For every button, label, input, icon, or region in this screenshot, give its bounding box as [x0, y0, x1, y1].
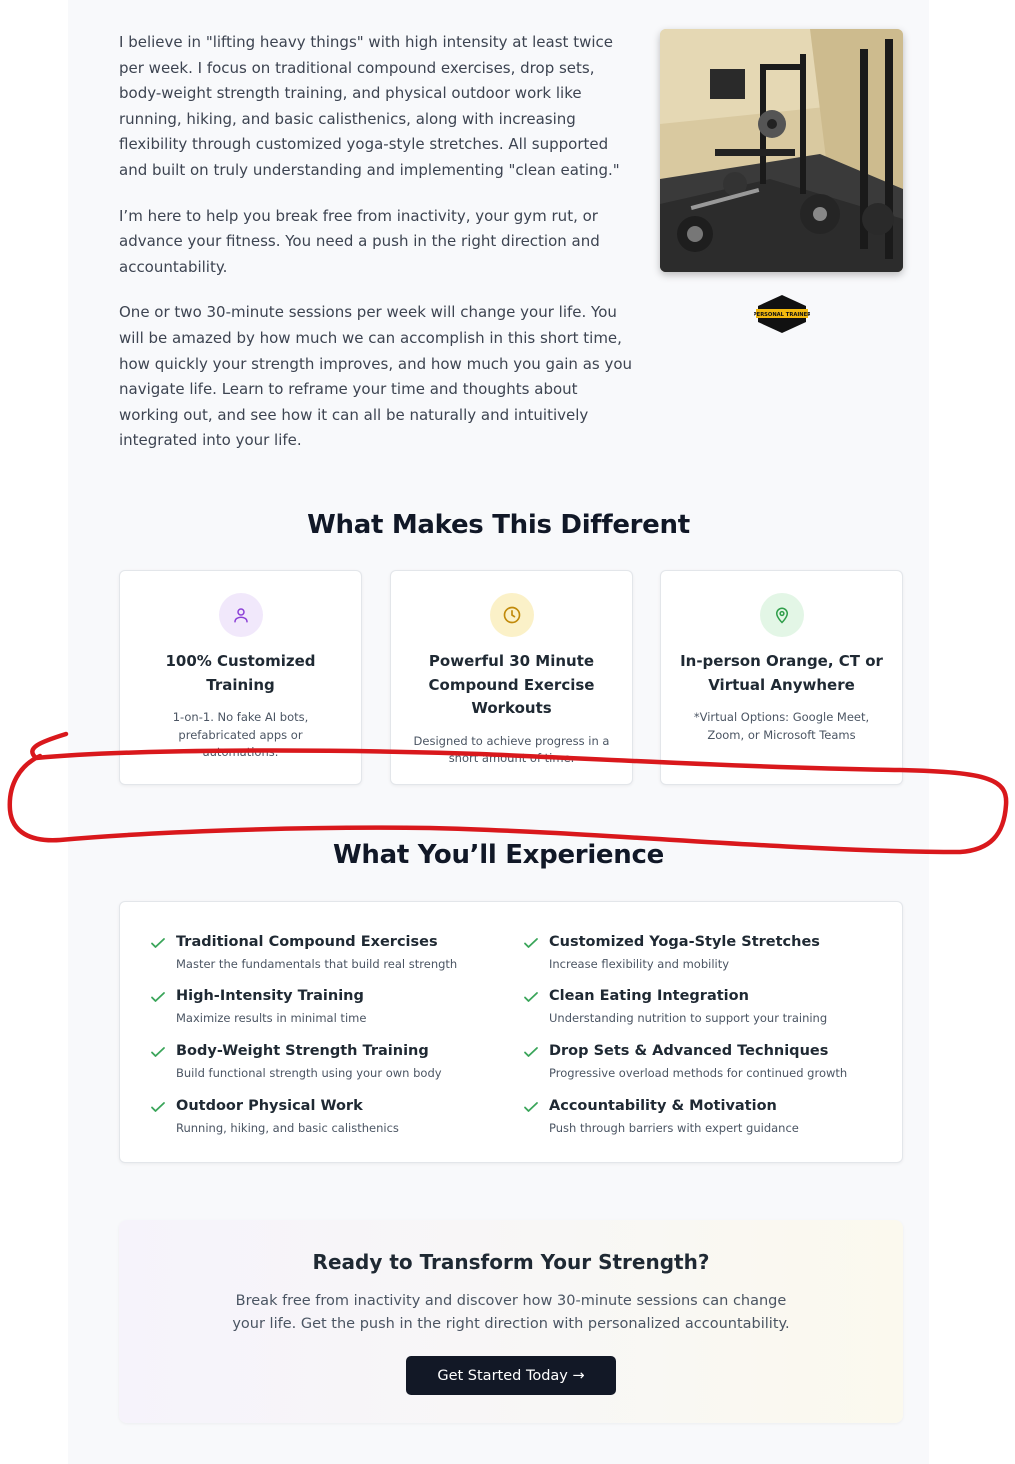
feature-card-30-minute: Powerful 30 Minute Compound Exercise Wor… [390, 570, 633, 785]
cta-section: Ready to Transform Your Strength? Break … [119, 1220, 903, 1423]
list-item-desc: Running, hiking, and basic calisthenics [176, 1121, 399, 1135]
feature-card-title: Powerful 30 Minute Compound Exercise Wor… [428, 652, 595, 717]
checkmark-icon [151, 1102, 165, 1112]
checkmark-icon [151, 1047, 165, 1057]
list-item-title: Customized Yoga-Style Stretches [549, 934, 820, 950]
clock-icon [489, 593, 534, 637]
intro-paragraph-1: I believe in "lifting heavy things" with… [119, 33, 620, 179]
intro-text: I believe in "lifting heavy things" with… [119, 30, 639, 474]
user-icon [218, 593, 263, 637]
experience-list: Traditional Compound Exercises Master th… [119, 901, 903, 1163]
checkmark-icon [151, 992, 165, 1002]
checkmark-icon [524, 938, 538, 948]
home-gym-photo [660, 29, 903, 272]
feature-card-title: In-person Orange, CT or Virtual Anywhere [680, 652, 883, 694]
list-item-desc: Build functional strength using your own… [176, 1066, 442, 1080]
list-item-title: High-Intensity Training [176, 988, 364, 1004]
intro-paragraph-3: One or two 30-minute sessions per week w… [119, 303, 633, 450]
list-item-desc: Increase flexibility and mobility [549, 957, 730, 971]
location-pin-icon [759, 593, 804, 637]
feature-card-customized: 100% Customized Training 1-on-1. No fake… [119, 570, 362, 785]
feature-card-desc: *Virtual Options: Google Meet, Zoom, or … [693, 710, 870, 742]
get-started-button[interactable]: Get Started Today → [406, 1356, 616, 1395]
list-item-title: Drop Sets & Advanced Techniques [549, 1043, 829, 1059]
cta-text: Break free from inactivity and discover … [232, 1293, 790, 1332]
list-item-desc: Maximize results in minimal time [176, 1011, 367, 1025]
list-item-title: Accountability & Motivation [549, 1098, 777, 1114]
personal-trainer-badge-logo: PERSONAL TRAINER [753, 294, 811, 334]
checkmark-icon [151, 938, 165, 948]
feature-card-title: 100% Customized Training [165, 652, 316, 694]
list-item-title: Body-Weight Strength Training [176, 1043, 429, 1059]
list-item-desc: Master the fundamentals that build real … [176, 957, 458, 971]
feature-card-desc: Designed to achieve progress in a short … [413, 733, 610, 766]
intro-paragraph-2: I’m here to help you break free from ina… [119, 206, 600, 276]
feature-card-desc: 1-on-1. No fake AI bots, prefabricated a… [172, 710, 309, 760]
feature-card-location: In-person Orange, CT or Virtual Anywhere… [660, 570, 903, 785]
list-item-title: Outdoor Physical Work [176, 1098, 363, 1114]
list-item-desc: Push through barriers with expert guidan… [549, 1121, 799, 1135]
checkmark-icon [524, 1047, 538, 1057]
experience-section-title: What You’ll Experience [333, 840, 664, 870]
list-item-title: Traditional Compound Exercises [176, 934, 438, 950]
list-item-title: Clean Eating Integration [549, 988, 749, 1004]
svg-text:PERSONAL TRAINER: PERSONAL TRAINER [754, 312, 810, 318]
different-section-title: What Makes This Different [307, 510, 690, 540]
checkmark-icon [524, 992, 538, 1002]
list-item-desc: Progressive overload methods for continu… [549, 1066, 848, 1080]
checkmark-icon [524, 1102, 538, 1112]
list-item-desc: Understanding nutrition to support your … [549, 1011, 828, 1025]
cta-title: Ready to Transform Your Strength? [312, 1250, 710, 1274]
